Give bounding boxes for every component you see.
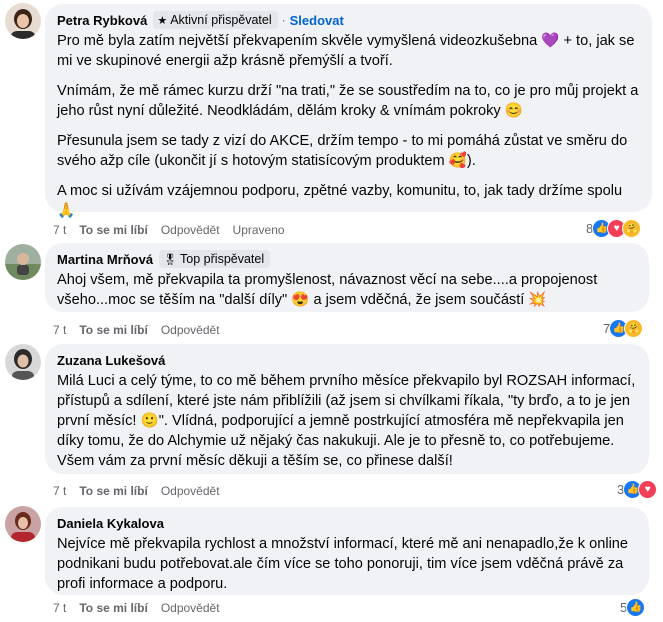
comment-actions: 7 t To se mi líbí Odpovědět Upraveno — [53, 222, 298, 238]
badge-label: Aktivní přispěvatel — [170, 13, 272, 27]
separator-dot: · — [281, 13, 286, 27]
reaction-summary[interactable]: 5 👍 — [620, 598, 646, 617]
reaction-summary[interactable]: 7 👍 🤗 — [603, 319, 644, 338]
follow-button[interactable]: Sledovat — [290, 13, 344, 28]
love-icon: ♥ — [638, 480, 658, 499]
comment-bubble: Petra Rybková ★ Aktivní přispěvatel · Sl… — [45, 4, 652, 219]
like-button[interactable]: To se mi líbí — [79, 223, 147, 237]
reply-button[interactable]: Odpovědět — [161, 601, 220, 615]
comment-bubble: Martina Mrňová 🎖 Top přispěvatel Ahoj vš… — [45, 243, 649, 312]
like-icon: 👍 — [626, 598, 646, 617]
author-name[interactable]: Zuzana Lukešová — [57, 353, 165, 368]
reaction-summary[interactable]: 3 👍 ♥ — [617, 480, 658, 499]
care-icon: 🤗 — [622, 219, 642, 238]
timestamp[interactable]: 7 t — [53, 484, 66, 498]
avatar[interactable] — [5, 344, 41, 380]
comment-bubble: Zuzana Lukešová Milá Luci a celý týme, t… — [45, 344, 649, 474]
comment-text: Ahoj všem, mě překvapila ta promyšlenost… — [57, 272, 598, 308]
reply-button[interactable]: Odpovědět — [161, 484, 220, 498]
reply-button[interactable]: Odpovědět — [161, 323, 220, 337]
badge: ★ Aktivní přispěvatel — [153, 11, 278, 29]
badge-label: Top přispěvatel — [180, 252, 265, 266]
comment-text: A moc si užívám vzájemnou podporu, zpětn… — [57, 183, 623, 219]
author-name[interactable]: Martina Mrňová — [57, 252, 153, 267]
like-button[interactable]: To se mi líbí — [79, 323, 147, 337]
edited-label: Upraveno — [232, 223, 285, 237]
comment-actions: 7 t To se mi líbí Odpovědět — [53, 322, 233, 338]
author-name[interactable]: Daniela Kykalova — [57, 516, 164, 531]
award-icon: 🎖 — [163, 253, 178, 266]
timestamp[interactable]: 7 t — [53, 601, 66, 615]
comment-text: Nejvíce mě překvapila rychlost a množstv… — [57, 536, 629, 592]
comment-bubble: Daniela Kykalova Nejvíce mě překvapila r… — [45, 507, 649, 595]
avatar[interactable] — [5, 244, 41, 280]
timestamp[interactable]: 7 t — [53, 323, 66, 337]
avatar[interactable] — [5, 506, 41, 542]
like-button[interactable]: To se mi líbí — [79, 484, 147, 498]
comment-text: Milá Luci a celý týme, to co mě během pr… — [57, 373, 636, 469]
reply-button[interactable]: Odpovědět — [161, 223, 220, 237]
comment-text: Přesunula jsem se tady z vizí do AKCE, d… — [57, 133, 628, 169]
comment-actions: 7 t To se mi líbí Odpovědět — [53, 600, 233, 616]
like-button[interactable]: To se mi líbí — [79, 601, 147, 615]
comment-text: Pro mě byla zatím největší překvapením s… — [57, 33, 635, 69]
timestamp[interactable]: 7 t — [53, 223, 66, 237]
care-icon: 🤗 — [624, 319, 644, 338]
reaction-summary[interactable]: 8 👍 ♥ 🤗 — [586, 219, 642, 238]
star-icon: ★ — [157, 14, 168, 27]
avatar[interactable] — [5, 3, 41, 39]
author-name[interactable]: Petra Rybková — [57, 13, 147, 28]
comment-text: Vnímám, že mě rámec kurzu drží "na trati… — [57, 83, 639, 119]
badge: 🎖 Top přispěvatel — [159, 250, 271, 268]
comment-actions: 7 t To se mi líbí Odpovědět — [53, 483, 233, 499]
